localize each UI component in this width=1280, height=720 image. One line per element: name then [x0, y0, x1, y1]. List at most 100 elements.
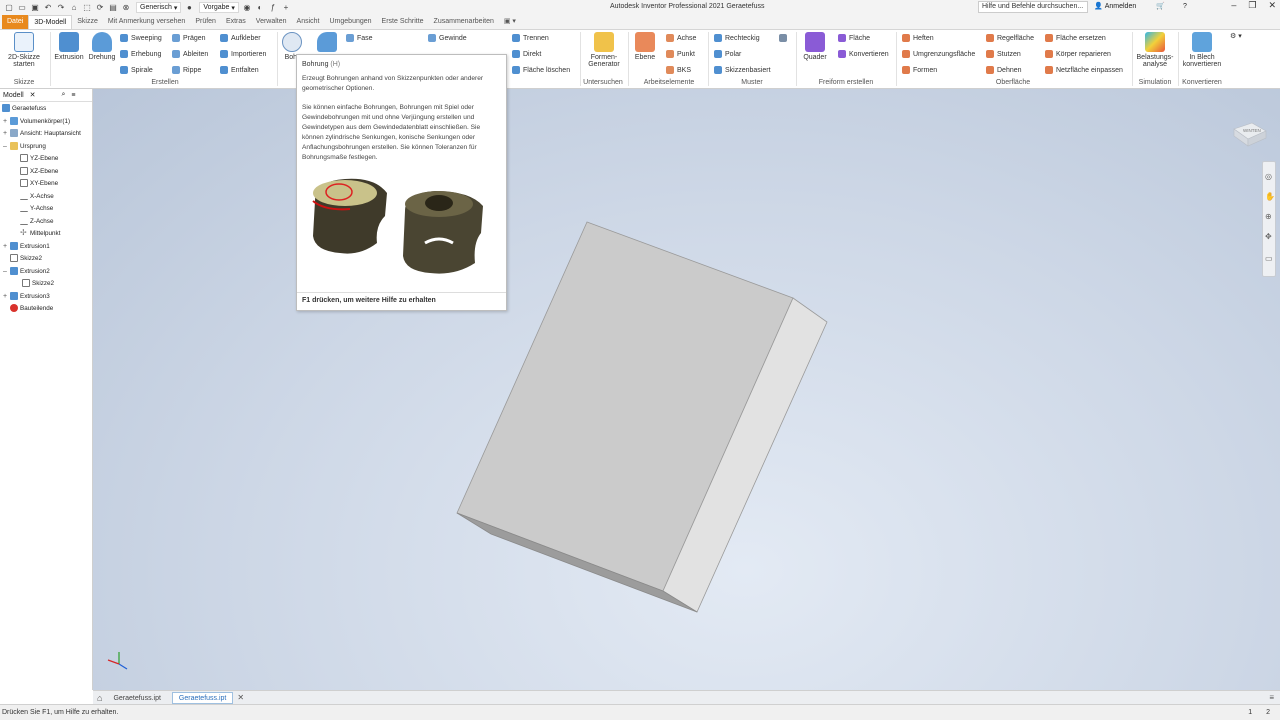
tab-3d-modell[interactable]: 3D-Modell — [28, 15, 73, 29]
stress-analysis-button[interactable]: Belastungs-analyse — [1134, 32, 1176, 68]
emboss-button[interactable]: Prägen — [172, 34, 206, 42]
tree-item[interactable]: Z-Achse — [20, 217, 53, 225]
ruled-surface-button[interactable]: Regelfläche — [986, 34, 1034, 42]
extend-button[interactable]: Dehnen — [986, 66, 1022, 74]
browser-search-icon[interactable]: ⌕ — [62, 91, 66, 99]
expand-icon[interactable]: + — [2, 118, 8, 125]
pan-icon[interactable]: ✋ — [1265, 192, 1275, 201]
zoom-icon[interactable]: ⊕ — [1265, 212, 1272, 221]
split-button[interactable]: Trennen — [512, 34, 549, 42]
tree-item[interactable]: ✢ Mittelpunkt — [20, 229, 60, 237]
tab-datei[interactable]: Datei — [2, 15, 29, 29]
tree-item[interactable]: XZ-Ebene — [20, 167, 58, 175]
close-icon[interactable]: ✕ — [30, 91, 36, 99]
close-icon[interactable]: ✕ — [1268, 0, 1276, 11]
tab-zusammenarbeiten[interactable]: Zusammenarbeiten — [429, 15, 499, 29]
unwrap-button[interactable]: Entfalten — [220, 66, 259, 74]
derive-button[interactable]: Ableiten — [172, 50, 208, 58]
tree-item[interactable]: + Extrusion3 — [2, 292, 50, 300]
rectangular-pattern-button[interactable]: Rechteckig — [714, 34, 760, 42]
tab-anmerkung[interactable]: Mit Anmerkung versehen — [103, 15, 190, 29]
redo-icon[interactable]: ↷ — [56, 3, 66, 13]
style-dropdown[interactable]: Vorgabe ▾ — [199, 2, 239, 13]
new-file-icon[interactable]: ▢ — [4, 3, 14, 13]
adjust-icon[interactable]: ◉ — [242, 3, 252, 13]
tree-item[interactable]: XY-Ebene — [20, 179, 58, 187]
loft-button[interactable]: Erhebung — [120, 50, 161, 58]
tree-item[interactable]: X-Achse — [20, 192, 54, 200]
help-icon[interactable]: ? — [1183, 3, 1187, 10]
viewcube[interactable]: WINTEN — [1230, 119, 1268, 147]
sketch-pattern-button[interactable]: Skizzenbasiert — [714, 66, 771, 74]
minimize-icon[interactable]: – — [1231, 0, 1236, 11]
convert-sheetmetal-button[interactable]: In Blech konvertieren — [1180, 32, 1224, 68]
tree-item[interactable]: – Extrusion2 — [2, 267, 50, 275]
axis-button[interactable]: Achse — [666, 34, 696, 42]
orbit-icon[interactable]: ✥ — [1265, 232, 1272, 241]
clear-icon[interactable]: ◐ — [255, 3, 265, 13]
graphics-viewport[interactable]: WINTEN ◎ ✋ ⊕ ✥ ▭ — [93, 89, 1280, 690]
tree-item[interactable]: YZ-Ebene — [20, 154, 58, 162]
material-icon[interactable]: ● — [184, 3, 194, 13]
sweep-button[interactable]: Sweeping — [120, 34, 162, 42]
sign-in-button[interactable]: 👤 Anmelden 🛒 ? — [1094, 2, 1187, 11]
tree-item[interactable]: Geraetefuss — [2, 104, 46, 112]
tree-item[interactable]: – Ursprung — [2, 142, 46, 150]
tab-erste-schritte[interactable]: Erste Schritte — [377, 15, 429, 29]
polar-pattern-button[interactable]: Polar — [714, 50, 741, 58]
doc-tab[interactable]: Geraetefuss.ipt — [106, 692, 167, 704]
tab-umgebungen[interactable]: Umgebungen — [325, 15, 377, 29]
collapse-icon[interactable]: – — [2, 143, 8, 150]
repair-bodies-button[interactable]: Körper reparieren — [1045, 50, 1111, 58]
tab-pruefen[interactable]: Prüfen — [190, 15, 221, 29]
browser-title[interactable]: Modell — [3, 92, 24, 99]
help-search-input[interactable]: Hilfe und Befehle durchsuchen... — [978, 1, 1088, 13]
close-icon[interactable]: ✕ — [237, 693, 244, 702]
part-body[interactable] — [456, 221, 828, 613]
plus-icon[interactable]: + — [281, 3, 291, 13]
revolve-button[interactable]: Drehung — [87, 32, 117, 61]
steering-wheel-icon[interactable]: ◎ — [1265, 172, 1272, 181]
tab-ansicht[interactable]: Ansicht — [292, 15, 325, 29]
undo-icon[interactable]: ↶ — [43, 3, 53, 13]
print-icon[interactable]: ▤ — [108, 3, 118, 13]
fx-icon[interactable]: ƒ — [268, 3, 278, 13]
sculpt-button[interactable]: Formen — [902, 66, 937, 74]
fillet-button[interactable] — [315, 32, 339, 54]
tree-item[interactable]: + Extrusion1 — [2, 242, 50, 250]
tree-item[interactable]: Y-Achse — [20, 204, 53, 212]
tab-overflow-icon[interactable]: ▣ ▾ — [499, 15, 521, 29]
rib-button[interactable]: Rippe — [172, 66, 201, 74]
tab-skizze[interactable]: Skizze — [72, 15, 103, 29]
home-icon[interactable]: ⌂ — [69, 3, 79, 13]
look-at-icon[interactable]: ▭ — [1265, 254, 1273, 263]
tree-item[interactable]: + Volumenkörper(1) — [2, 117, 70, 125]
chamfer-button[interactable]: Fase — [346, 34, 373, 42]
delete-face-button[interactable]: Fläche löschen — [512, 66, 570, 74]
mirror-button[interactable] — [779, 34, 787, 42]
trim-button[interactable]: Stutzen — [986, 50, 1021, 58]
ribbon-options-button[interactable]: ⚙ ▾ — [1230, 32, 1242, 40]
expand-icon[interactable]: + — [2, 293, 8, 300]
decal-button[interactable]: Aufkleber — [220, 34, 261, 42]
tab-menu-icon[interactable]: ≡ — [1269, 693, 1274, 702]
thread-button[interactable]: Gewinde — [428, 34, 467, 42]
tab-verwalten[interactable]: Verwalten — [251, 15, 292, 29]
freeform-convert-button[interactable]: Konvertieren — [838, 50, 889, 58]
stop-icon[interactable]: ⊗ — [121, 3, 131, 13]
replace-face-button[interactable]: Fläche ersetzen — [1045, 34, 1106, 42]
open-icon[interactable]: ▭ — [17, 3, 27, 13]
shape-generator-button[interactable]: Formen-Generator — [584, 32, 624, 68]
box-freeform-button[interactable]: Quader — [802, 32, 828, 61]
fit-mesh-face-button[interactable]: Netzfläche einpassen — [1045, 66, 1123, 74]
cart-icon[interactable]: 🛒 — [1156, 2, 1165, 10]
tab-extras[interactable]: Extras — [221, 15, 251, 29]
update-icon[interactable]: ⟳ — [95, 3, 105, 13]
expand-icon[interactable]: + — [2, 243, 8, 250]
ucs-button[interactable]: BKS — [666, 66, 691, 74]
tree-item[interactable]: Skizze2 — [22, 279, 54, 287]
stitch-button[interactable]: Heften — [902, 34, 934, 42]
coil-button[interactable]: Spirale — [120, 66, 153, 74]
point-button[interactable]: Punkt — [666, 50, 695, 58]
freeform-face-button[interactable]: Fläche — [838, 34, 870, 42]
